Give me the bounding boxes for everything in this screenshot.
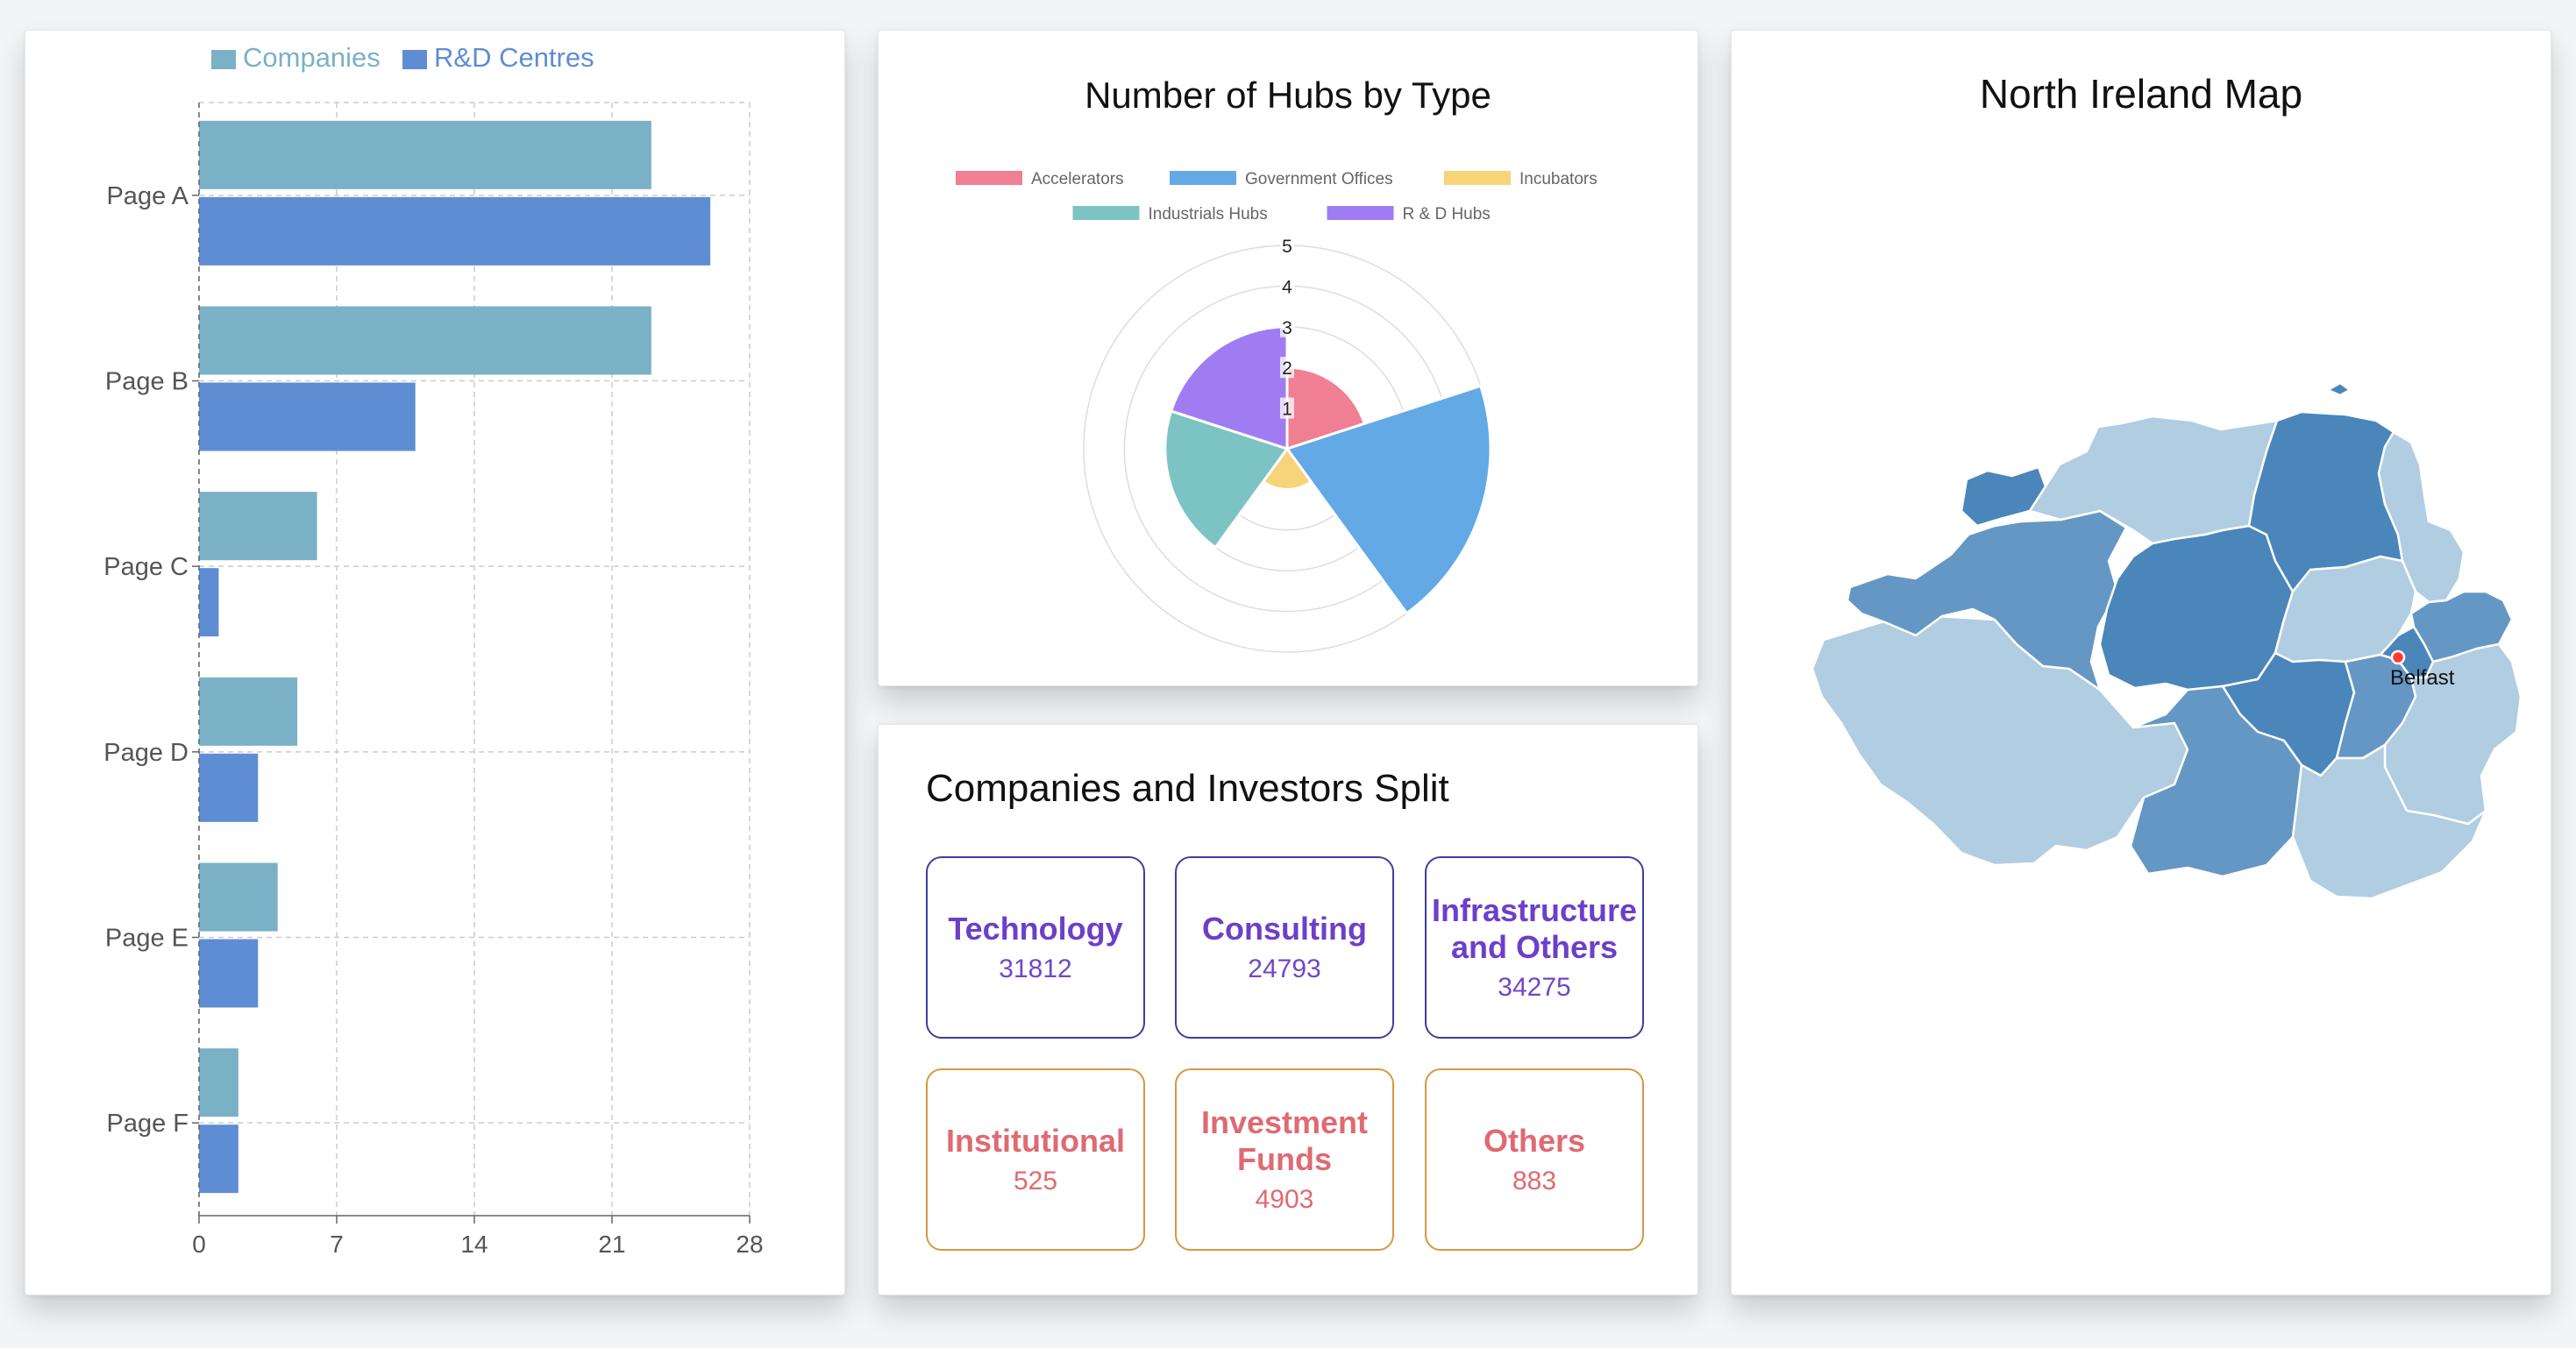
legend-swatch-industrials-hubs[interactable] <box>1072 206 1140 220</box>
x-tick-label: 7 <box>330 1231 344 1258</box>
bar-companies-page-c[interactable] <box>199 492 317 561</box>
bar-companies-page-a[interactable] <box>199 120 651 189</box>
y-tick-label: Page D <box>103 739 189 767</box>
legend-swatch-rd-centres[interactable] <box>402 50 427 69</box>
polar-tick-label: 5 <box>1282 237 1292 257</box>
bar-r-d-centres-page-c[interactable] <box>199 568 219 637</box>
tile-investment-funds[interactable]: Investment Funds 4903 <box>1175 1068 1394 1251</box>
map-regions <box>1811 381 2523 900</box>
tile-value: 525 <box>1013 1167 1058 1195</box>
tile-value: 883 <box>1512 1167 1557 1195</box>
tile-name: Technology <box>948 911 1123 947</box>
polar-tick-label: 1 <box>1282 400 1292 420</box>
tile-consulting[interactable]: Consulting 24793 <box>1175 856 1394 1039</box>
tile-institutional[interactable]: Institutional 525 <box>926 1068 1145 1251</box>
legend-swatch-accelerators[interactable] <box>956 171 1022 185</box>
split-card: Companies and Investors Split Technology… <box>878 724 1698 1295</box>
legend-swatch-companies[interactable] <box>211 50 236 69</box>
x-tick-label: 14 <box>460 1231 487 1258</box>
ni-map: North Ireland Map Belfast <box>1811 71 2523 900</box>
tile-name: Investment Funds <box>1200 1104 1369 1177</box>
map-card: North Ireland Map Belfast <box>1731 30 2551 1295</box>
bar-r-d-centres-page-d[interactable] <box>199 753 259 822</box>
legend-label-rd-centres[interactable]: R&D Centres <box>434 42 594 73</box>
bar-chart: Companies R&D Centres Page A Page B Page C… <box>103 42 763 1258</box>
marker-label: Belfast <box>2390 666 2455 690</box>
tile-name: Others <box>1483 1123 1586 1159</box>
y-tick-label: Page F <box>107 1110 189 1138</box>
legend: Companies R&D Centres <box>211 42 594 73</box>
legend-label-companies[interactable]: Companies <box>243 42 381 73</box>
bar-r-d-centres-page-a[interactable] <box>199 196 711 266</box>
tile-technology[interactable]: Technology 31812 <box>926 856 1145 1039</box>
bar-chart-card: Companies R&D Centres Page A Page B Page C… <box>25 30 845 1295</box>
tile-value: 24793 <box>1248 954 1321 983</box>
bar-r-d-centres-page-f[interactable] <box>199 1125 238 1194</box>
tile-name: Infrastructure and Others <box>1431 892 1638 965</box>
legend-label-industrials-hubs[interactable]: Industrials Hubs <box>1149 205 1268 223</box>
marker-dot <box>2390 649 2406 665</box>
polar-tick-label: 2 <box>1282 358 1292 379</box>
legend-label-accelerators[interactable]: Accelerators <box>1031 170 1124 188</box>
bar-companies-page-b[interactable] <box>199 306 651 375</box>
y-tick-label: Page B <box>105 368 189 396</box>
x-tick-label: 0 <box>192 1231 206 1258</box>
tile-value: 4903 <box>1255 1185 1314 1214</box>
legend-label-government-offices[interactable]: Government Offices <box>1245 170 1393 188</box>
bar-grid <box>198 102 751 1216</box>
polar-title: Number of Hubs by Type <box>1085 74 1491 116</box>
bar-companies-page-d[interactable] <box>199 677 298 746</box>
bar-companies-page-f[interactable] <box>199 1048 238 1117</box>
legend-swatch-r-d-hubs[interactable] <box>1327 206 1394 220</box>
legend-swatch-government-offices[interactable] <box>1170 171 1236 185</box>
tile-name: Consulting <box>1202 911 1367 947</box>
y-tick-label: Page C <box>103 553 189 581</box>
split-title: Companies and Investors Split <box>926 767 1449 810</box>
region-tyrone[interactable] <box>2098 524 2295 692</box>
legend-label-incubators[interactable]: Incubators <box>1519 170 1598 188</box>
y-tick-label: Page E <box>105 925 189 953</box>
x-tick-label: 28 <box>736 1231 763 1258</box>
y-tick-label: Page A <box>106 182 189 210</box>
polar-chart: Number of Hubs by Type Accelerators Gover… <box>956 74 1598 653</box>
bar-r-d-centres-page-e[interactable] <box>199 939 259 1008</box>
tile-value: 34275 <box>1498 973 1571 1002</box>
region-northwest[interactable] <box>1960 465 2047 528</box>
legend-swatch-incubators[interactable] <box>1444 171 1511 185</box>
polar-legend: Accelerators Government Offices Incubators… <box>956 170 1598 223</box>
polar-marks <box>1163 325 1492 615</box>
bar-r-d-centres-page-b[interactable] <box>199 382 416 451</box>
bar-companies-page-e[interactable] <box>199 862 278 932</box>
polar-tick-label: 4 <box>1282 277 1292 297</box>
bar-marks <box>199 120 711 1194</box>
tile-others[interactable]: Others 883 <box>1425 1068 1644 1251</box>
x-tick-label: 21 <box>598 1231 625 1258</box>
tile-value: 31812 <box>999 954 1072 983</box>
polar-tick-label: 3 <box>1282 318 1292 338</box>
region-rathlin[interactable] <box>2326 381 2352 397</box>
polar-chart-card: Number of Hubs by Type Accelerators Gover… <box>878 30 1698 686</box>
tile-name: Institutional <box>946 1123 1125 1159</box>
tile-infrastructure-and-others[interactable]: Infrastructure and Others 34275 <box>1425 856 1644 1039</box>
map-title: North Ireland Map <box>1980 71 2302 117</box>
legend-label-r-d-hubs[interactable]: R & D Hubs <box>1403 205 1491 223</box>
